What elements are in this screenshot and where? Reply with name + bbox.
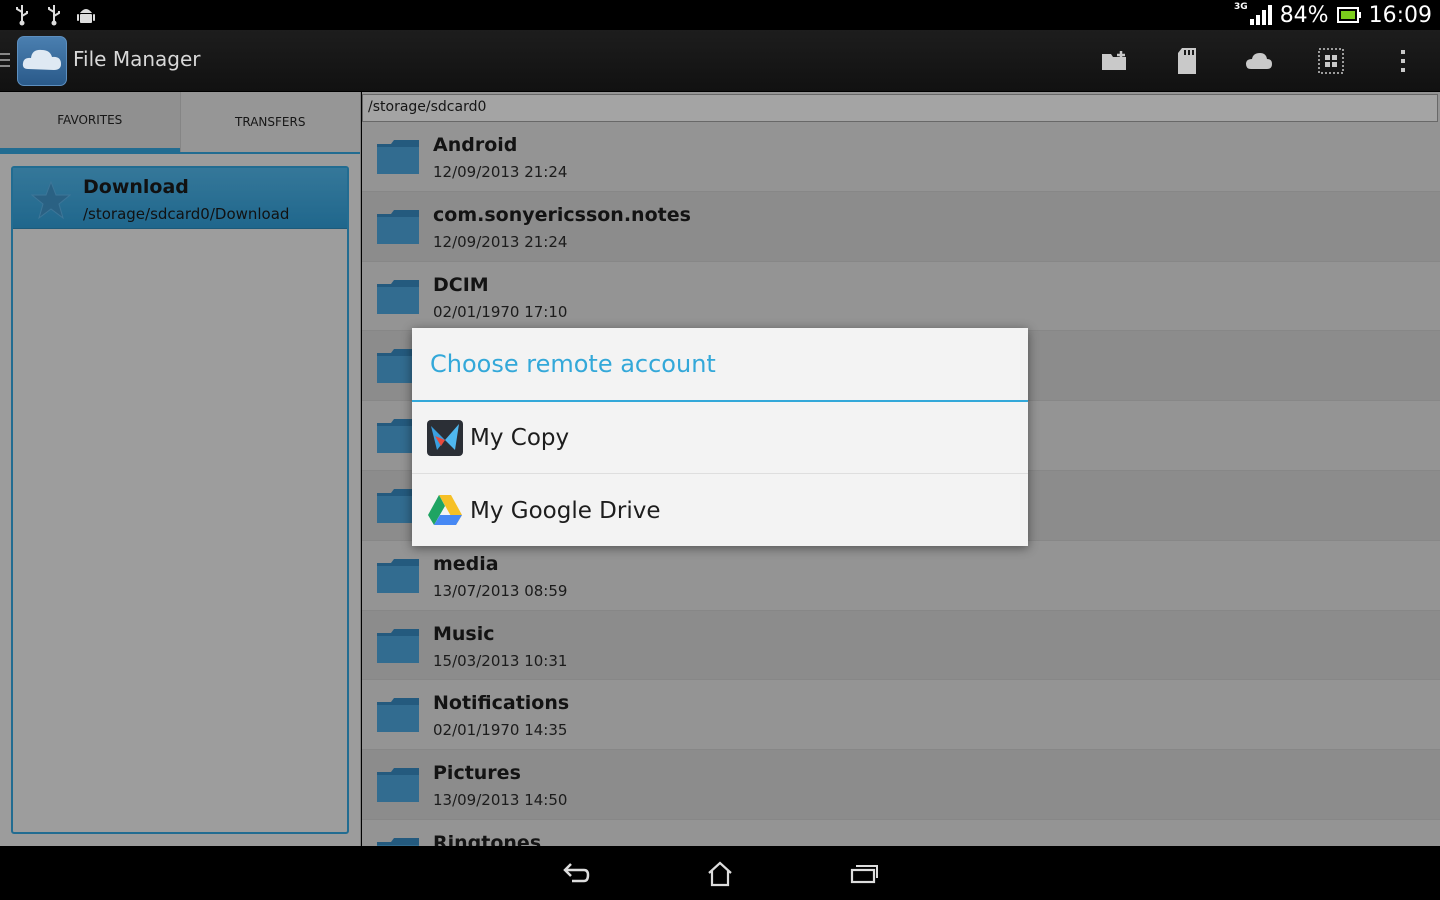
cloud-button[interactable] xyxy=(1242,44,1276,78)
cloud-logo-icon xyxy=(22,49,61,70)
copy-app-icon xyxy=(427,420,463,456)
action-bar: File Manager xyxy=(0,30,1440,92)
recent-apps-icon xyxy=(850,865,878,884)
usb-debug-icon xyxy=(48,5,60,26)
account-option-google-drive[interactable]: My Google Drive xyxy=(412,475,1028,547)
google-drive-icon xyxy=(428,495,462,525)
sd-card-button[interactable] xyxy=(1170,44,1204,78)
status-bar: 3G 84% 16:09 xyxy=(0,0,1440,30)
cloud-icon xyxy=(1246,53,1272,69)
back-button[interactable] xyxy=(556,858,596,890)
usb-icon xyxy=(16,5,28,26)
choose-account-dialog: Choose remote account My Copy My Google … xyxy=(412,328,1028,546)
android-icon xyxy=(77,9,95,23)
overflow-menu-icon xyxy=(1401,50,1405,72)
select-button[interactable] xyxy=(1314,44,1348,78)
battery-percent: 84% xyxy=(1279,2,1329,28)
account-label: My Copy xyxy=(470,425,570,451)
app-title: File Manager xyxy=(73,47,201,71)
account-label: My Google Drive xyxy=(470,498,661,524)
home-button[interactable] xyxy=(700,858,740,890)
home-icon xyxy=(708,861,732,887)
notification-icons xyxy=(12,4,96,26)
battery-icon xyxy=(1336,7,1361,23)
network-type: 3G xyxy=(1234,2,1248,12)
select-grid-icon xyxy=(1318,48,1344,74)
recent-apps-button[interactable] xyxy=(844,858,884,890)
new-folder-button[interactable] xyxy=(1098,44,1132,78)
new-folder-icon xyxy=(1102,51,1126,70)
app-logo[interactable] xyxy=(17,36,67,86)
overflow-menu-button[interactable] xyxy=(1386,44,1420,78)
account-option-my-copy[interactable]: My Copy xyxy=(412,402,1028,474)
drawer-indicator-icon[interactable] xyxy=(0,52,12,68)
navigation-bar xyxy=(0,846,1440,900)
clock: 16:09 xyxy=(1368,2,1432,28)
sd-card-icon xyxy=(1178,48,1196,74)
back-icon xyxy=(563,863,590,883)
signal-icon xyxy=(1249,5,1272,25)
system-status: 3G 84% 16:09 xyxy=(1234,0,1432,30)
dialog-title: Choose remote account xyxy=(430,350,716,378)
